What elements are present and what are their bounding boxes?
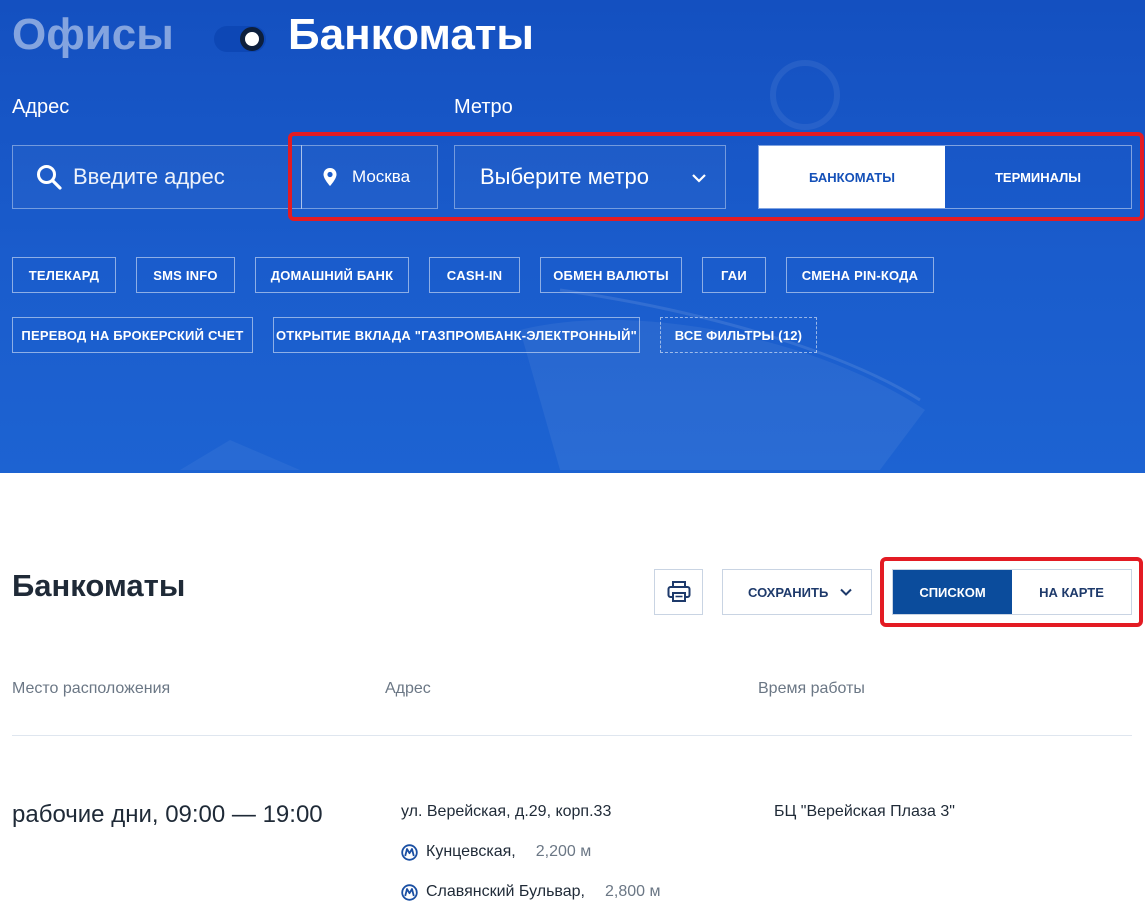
- row-working-hours: рабочие дни, 09:00 — 19:00: [12, 801, 323, 828]
- printer-icon: [667, 581, 690, 602]
- mode-offices-label[interactable]: Офисы: [12, 10, 174, 60]
- metro-icon: [401, 843, 418, 861]
- background-decoration: [180, 60, 925, 470]
- metro-station-item: Славянский Бульвар, 2,800 м: [401, 883, 660, 901]
- tab-atms[interactable]: БАНКОМАТЫ: [759, 146, 945, 208]
- filter-chip-cash-in[interactable]: CASH-IN: [429, 257, 520, 293]
- column-header-location: Место расположения: [12, 680, 171, 697]
- city-selector[interactable]: Москва: [301, 145, 438, 209]
- page-title: Банкоматы: [12, 568, 186, 603]
- filter-chip-sms-info[interactable]: SMS INFO: [136, 257, 235, 293]
- metro-select-value: Выберите метро: [480, 164, 649, 189]
- tab-list-view[interactable]: СПИСКОМ: [893, 570, 1012, 614]
- filter-chip-brokerage-transfer[interactable]: ПЕРЕВОД НА БРОКЕРСКИЙ СЧЕТ: [12, 317, 253, 353]
- metro-select[interactable]: Выберите метро: [454, 145, 726, 209]
- filter-chip-deposit-opening[interactable]: ОТКРЫТИЕ ВКЛАДА "ГАЗПРОМБАНК-ЭЛЕКТРОННЫЙ…: [273, 317, 640, 353]
- chevron-down-icon: [840, 588, 852, 596]
- metro-icon: [401, 883, 418, 901]
- filter-chip-pin-change[interactable]: СМЕНА PIN-КОДА: [786, 257, 934, 293]
- city-value: Москва: [352, 167, 411, 186]
- metro-distance: 2,800 м: [604, 883, 661, 900]
- address-field[interactable]: [12, 145, 302, 209]
- address-label: Адрес: [12, 96, 70, 118]
- save-button-label: СОХРАНИТЬ: [748, 584, 829, 600]
- table-divider: [12, 735, 1132, 736]
- column-header-hours: Время работы: [758, 680, 865, 697]
- tab-map-view[interactable]: НА КАРТЕ: [1012, 570, 1131, 614]
- mode-atms-label[interactable]: Банкоматы: [288, 10, 534, 60]
- row-location: БЦ "Верейская Плаза 3": [774, 803, 955, 820]
- metro-distance: 2,200 м: [535, 843, 592, 860]
- metro-station-item: Кунцевская, 2,200 м: [401, 843, 591, 861]
- filter-chip-currency-exchange[interactable]: ОБМЕН ВАЛЮТЫ: [540, 257, 682, 293]
- search-panel: Офисы Банкоматы Адрес Метро Москва Выбер…: [0, 0, 1145, 473]
- tab-terminals[interactable]: ТЕРМИНАЛЫ: [945, 146, 1131, 208]
- toggle-knob: [240, 27, 264, 51]
- metro-station-name: Кунцевская,: [426, 843, 516, 860]
- view-mode-tabs: СПИСКОМ НА КАРТЕ: [892, 569, 1132, 615]
- print-button[interactable]: [654, 569, 703, 615]
- filter-chip-gai[interactable]: ГАИ: [702, 257, 766, 293]
- location-pin-icon: [323, 168, 337, 186]
- address-input[interactable]: [73, 164, 283, 190]
- mode-toggle-switch[interactable]: [214, 26, 266, 52]
- device-type-tabs: БАНКОМАТЫ ТЕРМИНАЛЫ: [758, 145, 1132, 209]
- metro-label: Метро: [454, 96, 513, 118]
- chevron-down-icon: [692, 174, 706, 183]
- save-dropdown-button[interactable]: СОХРАНИТЬ: [722, 569, 872, 615]
- filter-chip-telecard[interactable]: ТЕЛЕКАРД: [12, 257, 116, 293]
- search-icon: [37, 165, 62, 190]
- all-filters-button[interactable]: ВСЕ ФИЛЬТРЫ (12): [660, 317, 817, 353]
- metro-station-name: Славянский Бульвар,: [426, 883, 585, 900]
- row-address: ул. Верейская, д.29, корп.33: [401, 803, 612, 820]
- filter-chip-home-bank[interactable]: ДОМАШНИЙ БАНК: [255, 257, 409, 293]
- column-header-address: Адрес: [385, 680, 431, 697]
